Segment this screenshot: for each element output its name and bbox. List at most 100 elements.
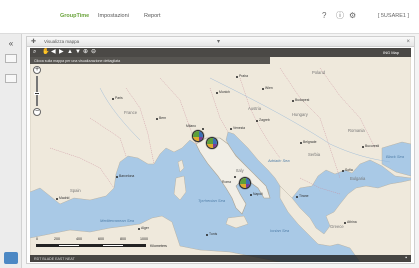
map-marker-cluster[interactable] bbox=[239, 177, 251, 189]
city-dot bbox=[362, 146, 364, 148]
city-dot bbox=[206, 234, 208, 236]
city-dot bbox=[296, 196, 298, 198]
question-icon[interactable]: ? bbox=[322, 11, 326, 21]
city-dot bbox=[342, 170, 344, 172]
zoom-knob[interactable] bbox=[34, 92, 40, 95]
zoom-in-icon[interactable]: ⊕ bbox=[83, 49, 88, 56]
scale-segment bbox=[36, 244, 58, 247]
scale-label: 800 bbox=[120, 237, 126, 241]
city-label: Madrid bbox=[59, 196, 70, 200]
sea-label: Adriatic Sea bbox=[268, 158, 290, 163]
country-label: Hungary bbox=[292, 112, 308, 117]
sea-label: Black Sea bbox=[386, 154, 405, 159]
city-dot bbox=[256, 120, 258, 122]
city-dot bbox=[234, 176, 236, 178]
scale-bar: 0 200 400 600 800 1000 Kilometers bbox=[36, 237, 186, 251]
zoom-plus-button[interactable]: + bbox=[33, 66, 41, 74]
city-label: Tirane bbox=[299, 194, 309, 198]
city-dot bbox=[344, 222, 346, 224]
scale-segment bbox=[80, 244, 102, 247]
layer-label[interactable]: ING Map bbox=[383, 50, 399, 55]
map-canvas[interactable]: France Italy Spain Romania Bulgaria Gree… bbox=[30, 48, 411, 262]
map-marker-cluster[interactable] bbox=[206, 137, 218, 149]
dropdown-icon[interactable]: ▾ bbox=[217, 38, 220, 46]
close-icon[interactable]: × bbox=[406, 38, 410, 46]
arrow-up-icon[interactable]: ▲ bbox=[67, 49, 73, 56]
collapse-icon[interactable]: « bbox=[5, 39, 17, 48]
window-menu-icon[interactable]: ✚ bbox=[31, 38, 36, 46]
info-icon[interactable]: ⓘ bbox=[336, 11, 344, 21]
app-root: GroupTime Impostazioni Report ? ⓘ ⚙ [ 5U… bbox=[0, 0, 419, 268]
map-hint: Clicca sulla mappa per una visualizzazio… bbox=[30, 57, 270, 64]
country-label: Bulgaria bbox=[350, 176, 366, 181]
search-icon[interactable]: ⌕ bbox=[33, 49, 36, 56]
city-dot bbox=[292, 100, 294, 102]
home-icon[interactable] bbox=[4, 252, 18, 264]
city-label: Bucuresti bbox=[365, 144, 380, 148]
city-label: Zagreb bbox=[259, 118, 270, 122]
list-button[interactable] bbox=[5, 74, 17, 83]
map-toolbar: ⌕ ✋ ◀ ▶ ▲ ▼ ⊕ ⊖ ING Map bbox=[30, 48, 411, 57]
land-corsica bbox=[177, 159, 185, 173]
land-balkans bbox=[279, 179, 411, 262]
arrow-right-icon[interactable]: ▶ bbox=[59, 49, 64, 56]
zoom-rail[interactable] bbox=[36, 76, 38, 106]
country-label: Greece bbox=[330, 224, 344, 229]
gear-icon[interactable]: ⚙ bbox=[349, 11, 356, 21]
city-dot bbox=[300, 142, 302, 144]
country-label: Romania bbox=[348, 128, 365, 133]
country-label: Austria bbox=[248, 106, 262, 111]
city-label: Venezia bbox=[233, 126, 246, 130]
city-label: Munich bbox=[219, 90, 230, 94]
sidebar: « bbox=[0, 34, 22, 268]
country-label: Serbia bbox=[308, 152, 321, 157]
scale-label: 200 bbox=[54, 237, 60, 241]
country-label: France bbox=[124, 110, 138, 115]
sea-label: Mediterranean Sea bbox=[100, 218, 135, 223]
city-label: Budapest bbox=[295, 98, 310, 102]
city-dot bbox=[112, 98, 114, 100]
sea-label: Tyrrhenian Sea bbox=[198, 198, 226, 203]
city-dot bbox=[216, 92, 218, 94]
zoom-out-icon[interactable]: ⊖ bbox=[91, 49, 96, 56]
arrow-down-icon[interactable]: ▼ bbox=[75, 49, 81, 56]
scale-segment bbox=[124, 244, 146, 247]
city-dot bbox=[156, 118, 158, 120]
city-label: Tunis bbox=[209, 232, 218, 236]
city-dot bbox=[202, 128, 204, 130]
city-label: Sofia bbox=[345, 168, 353, 172]
map-status-bar: RDT BLADE EAST NEAT ▪ bbox=[30, 255, 411, 262]
top-navigation: GroupTime Impostazioni Report ? ⓘ ⚙ [ 5U… bbox=[0, 0, 419, 34]
country-label: Italy bbox=[236, 168, 244, 173]
city-label: Milano bbox=[186, 124, 196, 128]
scale-label: 1000 bbox=[140, 237, 148, 241]
city-label: Alger bbox=[141, 226, 149, 230]
city-label: Praha bbox=[239, 74, 249, 78]
tab-report[interactable]: Report bbox=[144, 13, 161, 19]
map-marker-cluster[interactable] bbox=[192, 130, 204, 142]
city-dot bbox=[56, 198, 58, 200]
city-label: Athina bbox=[347, 220, 357, 224]
window-title: Visualizza mappa bbox=[44, 39, 80, 44]
city-dot bbox=[250, 194, 252, 196]
city-label: Napoli bbox=[253, 192, 263, 196]
fullscreen-icon[interactable]: ▪ bbox=[405, 255, 407, 262]
city-label: Paris bbox=[115, 96, 123, 100]
country-label: Poland bbox=[312, 70, 326, 75]
layers-button[interactable] bbox=[5, 54, 17, 63]
scale-label: 400 bbox=[76, 237, 82, 241]
scale-segment bbox=[58, 244, 80, 247]
land-sicily bbox=[225, 215, 249, 229]
scale-unit: Kilometers bbox=[150, 244, 167, 248]
city-label: Wien bbox=[265, 86, 273, 90]
zoom-slider[interactable]: + − bbox=[33, 66, 41, 122]
tab-grouptime[interactable]: GroupTime bbox=[60, 13, 89, 19]
user-menu[interactable]: [ 5USARE1 ] bbox=[378, 13, 409, 19]
arrow-left-icon[interactable]: ◀ bbox=[51, 49, 56, 56]
tab-impostazioni[interactable]: Impostazioni bbox=[98, 13, 129, 19]
pan-icon[interactable]: ✋ bbox=[42, 49, 49, 56]
country-label: Spain bbox=[70, 188, 81, 193]
map-window: ✚ Visualizza mappa ▾ × France Italy Spai… bbox=[26, 36, 415, 264]
zoom-minus-button[interactable]: − bbox=[33, 108, 41, 116]
city-dot bbox=[116, 176, 118, 178]
